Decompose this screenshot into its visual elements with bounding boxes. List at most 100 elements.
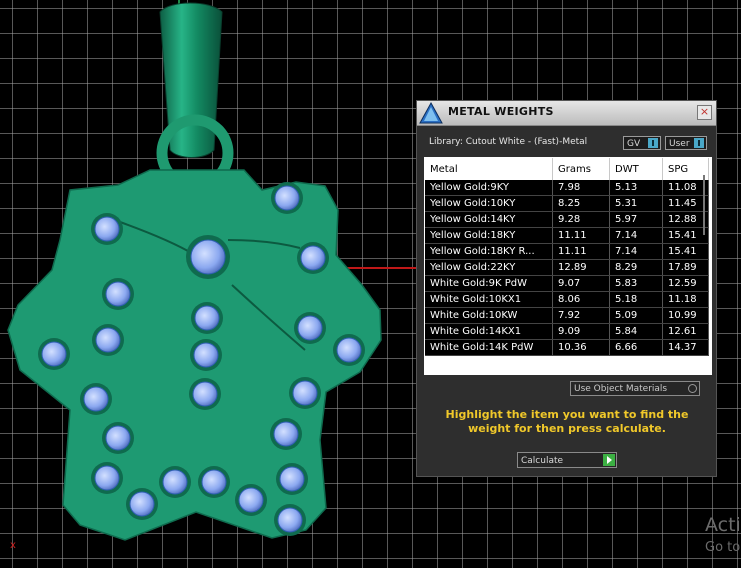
gem-stone bbox=[41, 341, 67, 367]
gem-stone bbox=[238, 487, 264, 513]
table-cell: Yellow Gold:18KY bbox=[425, 227, 553, 244]
panel-titlebar[interactable]: METAL WEIGHTS × bbox=[417, 101, 716, 126]
activation-notice-subtitle: Go to bbox=[705, 540, 741, 555]
column-header-metal[interactable]: Metal bbox=[425, 158, 553, 180]
gem-stone bbox=[94, 216, 120, 242]
vertical-scrollbar[interactable] bbox=[703, 175, 705, 235]
table-cell: White Gold:14K PdW bbox=[425, 339, 553, 356]
activation-notice-title: Acti bbox=[705, 514, 741, 536]
gem-stone bbox=[162, 469, 188, 495]
gem-stone bbox=[105, 281, 131, 307]
table-row[interactable]: Yellow Gold:18KY 11.11 7.14 15.41 bbox=[425, 227, 709, 244]
table-row[interactable]: Yellow Gold:9KY 7.98 5.13 11.08 bbox=[425, 180, 709, 196]
user-toggle-icon bbox=[694, 138, 704, 148]
table-cell: 15.41 bbox=[662, 227, 709, 244]
table-cell: 10.99 bbox=[662, 307, 709, 324]
gem-stone bbox=[192, 381, 218, 407]
table-cell: 17.89 bbox=[662, 259, 709, 276]
gem-stone bbox=[277, 507, 303, 533]
table-cell: 7.14 bbox=[609, 227, 663, 244]
table-cell: 5.84 bbox=[609, 323, 663, 340]
table-cell: 11.11 bbox=[552, 243, 610, 260]
user-label: User bbox=[669, 139, 690, 149]
table-row[interactable]: White Gold:14K PdW 10.36 6.66 14.37 bbox=[425, 339, 709, 356]
gem-stone bbox=[300, 245, 326, 271]
table-cell: Yellow Gold:9KY bbox=[425, 180, 553, 196]
table-cell: 7.98 bbox=[552, 180, 610, 196]
table-cell: 5.18 bbox=[609, 291, 663, 308]
table-cell: 9.09 bbox=[552, 323, 610, 340]
library-label: Library: Cutout White - (Fast)-Metal bbox=[429, 137, 588, 147]
table-cell: White Gold:10KW bbox=[425, 307, 553, 324]
table-cell: 14.37 bbox=[662, 339, 709, 356]
panel-title: METAL WEIGHTS bbox=[448, 105, 554, 118]
gem-stone bbox=[279, 466, 305, 492]
table-cell: 12.59 bbox=[662, 275, 709, 292]
gem-stone bbox=[194, 305, 220, 331]
gem-stone bbox=[94, 465, 120, 491]
radio-icon bbox=[688, 384, 697, 393]
table-row[interactable]: Yellow Gold:14KY 9.28 5.97 12.88 bbox=[425, 211, 709, 228]
table-cell: 9.07 bbox=[552, 275, 610, 292]
table-cell: Yellow Gold:22KY bbox=[425, 259, 553, 276]
table-cell: 9.28 bbox=[552, 211, 610, 228]
table-cell: 5.31 bbox=[609, 195, 663, 212]
table-cell: 8.25 bbox=[552, 195, 610, 212]
gem-stone bbox=[83, 386, 109, 412]
user-toggle[interactable]: User bbox=[665, 136, 707, 150]
table-cell: Yellow Gold:14KY bbox=[425, 211, 553, 228]
table-row[interactable]: Yellow Gold:10KY 8.25 5.31 11.45 bbox=[425, 195, 709, 212]
gv-toggle[interactable]: GV bbox=[623, 136, 661, 150]
table-header-row: Metal Grams DWT SPG bbox=[425, 158, 709, 180]
table-row[interactable]: White Gold:14KX1 9.09 5.84 12.61 bbox=[425, 323, 709, 340]
table-cell: 8.06 bbox=[552, 291, 610, 308]
table-cell: 15.41 bbox=[662, 243, 709, 260]
diamond-logo-icon bbox=[419, 101, 443, 124]
table-cell: 11.45 bbox=[662, 195, 709, 212]
gv-toggle-icon bbox=[648, 138, 658, 148]
table-cell: 12.61 bbox=[662, 323, 709, 340]
use-object-materials-select[interactable]: Use Object Materials bbox=[570, 381, 700, 396]
gem-stone bbox=[297, 315, 323, 341]
table-row[interactable]: Yellow Gold:18KY R... 11.11 7.14 15.41 bbox=[425, 243, 709, 260]
table-row[interactable]: Yellow Gold:22KY 12.89 8.29 17.89 bbox=[425, 259, 709, 276]
calculate-button[interactable]: Calculate bbox=[517, 452, 617, 468]
table-cell: 5.13 bbox=[609, 180, 663, 196]
axis-label: x bbox=[10, 540, 16, 551]
table-cell: Yellow Gold:10KY bbox=[425, 195, 553, 212]
table-row[interactable]: White Gold:10KW 7.92 5.09 10.99 bbox=[425, 307, 709, 324]
table-cell: 11.11 bbox=[552, 227, 610, 244]
table-cell: White Gold:10KX1 bbox=[425, 291, 553, 308]
table-cell: 8.29 bbox=[609, 259, 663, 276]
gem-stone bbox=[129, 491, 155, 517]
column-header-dwt[interactable]: DWT bbox=[609, 158, 663, 180]
metal-weights-panel: METAL WEIGHTS × Library: Cutout White - … bbox=[416, 100, 717, 477]
table-row[interactable]: White Gold:9K PdW 9.07 5.83 12.59 bbox=[425, 275, 709, 292]
table-cell: 5.09 bbox=[609, 307, 663, 324]
table-row[interactable]: White Gold:10KX1 8.06 5.18 11.18 bbox=[425, 291, 709, 308]
table-cell: 5.83 bbox=[609, 275, 663, 292]
instruction-text: Highlight the item you want to find the … bbox=[445, 408, 689, 435]
gem-stone bbox=[201, 469, 227, 495]
gem-stone bbox=[105, 425, 131, 451]
table-cell: Yellow Gold:18KY R... bbox=[425, 243, 553, 260]
close-button[interactable]: × bbox=[697, 105, 712, 120]
calculate-label: Calculate bbox=[521, 456, 564, 466]
table-cell: 12.89 bbox=[552, 259, 610, 276]
gem-stone bbox=[193, 342, 219, 368]
table-cell: 12.88 bbox=[662, 211, 709, 228]
gem-stone bbox=[95, 327, 121, 353]
gem-stone bbox=[336, 337, 362, 363]
table-cell: 7.92 bbox=[552, 307, 610, 324]
column-header-grams[interactable]: Grams bbox=[552, 158, 610, 180]
play-arrow-icon bbox=[603, 454, 615, 466]
table-cell: 6.66 bbox=[609, 339, 663, 356]
table-cell: White Gold:9K PdW bbox=[425, 275, 553, 292]
metal-weights-table[interactable]: Metal Grams DWT SPG Yellow Gold:9KY 7.98 5… bbox=[424, 157, 712, 375]
table-cell: 10.36 bbox=[552, 339, 610, 356]
gem-stone bbox=[274, 185, 300, 211]
gv-label: GV bbox=[627, 139, 641, 149]
table-cell: 7.14 bbox=[609, 243, 663, 260]
column-header-spg[interactable]: SPG bbox=[662, 158, 709, 180]
table-cell: 5.97 bbox=[609, 211, 663, 228]
